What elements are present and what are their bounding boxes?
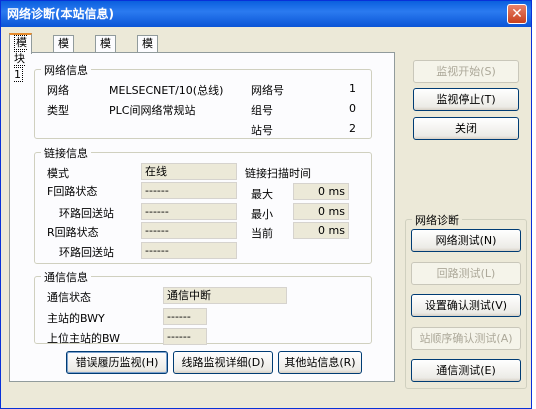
tab-module-4[interactable]: 模块4 bbox=[137, 35, 158, 82]
comm-status-label: 通信状态 bbox=[47, 291, 91, 304]
current-label: 当前 bbox=[251, 227, 273, 240]
type-label: 类型 bbox=[47, 104, 69, 117]
network-label: 网络 bbox=[47, 84, 69, 97]
min-value: 0 ms bbox=[293, 203, 349, 220]
error-history-button[interactable]: 错误履历监视(H) bbox=[66, 351, 168, 374]
upper-bw-label: 上位主站的BW bbox=[47, 332, 121, 345]
station-no-value: 2 bbox=[349, 122, 356, 135]
max-value: 0 ms bbox=[293, 183, 349, 200]
comm-info-group: 通信信息 通信状态 通信中断 主站的BWY ------ 上位主站的BW ---… bbox=[34, 269, 372, 345]
tab-module-2[interactable]: 模块2 bbox=[53, 35, 74, 82]
link-info-group: 链接信息 模式 在线 F回路状态 ------ 环路回送站 ------ R回路… bbox=[34, 145, 372, 264]
station-no-label: 站号 bbox=[251, 124, 273, 137]
master-bwy-value: ------ bbox=[163, 308, 207, 325]
title-bar: 网络诊断(本站信息) ✕ bbox=[1, 1, 531, 27]
group-no-label: 组号 bbox=[251, 104, 273, 117]
master-bwy-label: 主站的BWY bbox=[47, 312, 105, 325]
type-value: PLC间网络常规站 bbox=[109, 104, 196, 117]
network-no-label: 网络号 bbox=[251, 84, 284, 97]
f-loop-value: ------ bbox=[141, 182, 237, 199]
monitor-stop-button[interactable]: 监视停止(T) bbox=[413, 88, 519, 111]
mode-value: 在线 bbox=[141, 163, 237, 180]
min-label: 最小 bbox=[251, 208, 273, 221]
r-loop-label: R回路状态 bbox=[47, 226, 99, 239]
f-loop-label: F回路状态 bbox=[47, 185, 98, 198]
network-diagnosis-legend: 网络诊断 bbox=[412, 212, 462, 228]
max-label: 最大 bbox=[251, 188, 273, 201]
network-info-legend: 网络信息 bbox=[41, 62, 91, 78]
setting-confirm-test-button[interactable]: 设置确认测试(V) bbox=[411, 294, 521, 317]
mode-label: 模式 bbox=[47, 167, 69, 180]
close-icon[interactable]: ✕ bbox=[507, 4, 527, 24]
line-monitor-detail-button[interactable]: 线路监视详细(D) bbox=[173, 351, 273, 374]
current-value: 0 ms bbox=[293, 222, 349, 239]
tab-panel: 网络信息 网络 MELSECNET/10(总线) 类型 PLC间网络常规站 网络… bbox=[9, 52, 395, 382]
network-info-group: 网络信息 网络 MELSECNET/10(总线) 类型 PLC间网络常规站 网络… bbox=[34, 62, 372, 139]
comm-test-button[interactable]: 通信测试(E) bbox=[411, 359, 521, 382]
f-loopback-label: 环路回送站 bbox=[59, 207, 114, 220]
other-station-info-button[interactable]: 其他站信息(R) bbox=[278, 351, 362, 374]
scan-time-label: 链接扫描时间 bbox=[245, 167, 311, 180]
tab-module-3[interactable]: 模块3 bbox=[95, 35, 116, 82]
r-loopback-label: 环路回送站 bbox=[59, 246, 114, 259]
r-loopback-value: ------ bbox=[141, 242, 237, 259]
network-no-value: 1 bbox=[349, 82, 356, 95]
link-info-legend: 链接信息 bbox=[41, 145, 91, 161]
comm-info-legend: 通信信息 bbox=[41, 269, 91, 285]
f-loopback-value: ------ bbox=[141, 203, 237, 220]
group-no-value: 0 bbox=[349, 102, 356, 115]
tab-module-1[interactable]: 模块1 bbox=[9, 33, 32, 82]
network-test-button[interactable]: 网络测试(N) bbox=[411, 229, 521, 252]
window-title: 网络诊断(本站信息) bbox=[7, 7, 114, 21]
close-button[interactable]: 关闭 bbox=[413, 117, 519, 140]
upper-bw-value: ------ bbox=[163, 328, 207, 345]
r-loop-value: ------ bbox=[141, 222, 237, 239]
station-order-test-button[interactable]: 站顺序确认测试(A) bbox=[411, 327, 521, 350]
comm-status-value: 通信中断 bbox=[163, 287, 287, 304]
loop-test-button[interactable]: 回路测试(L) bbox=[411, 262, 521, 285]
network-value: MELSECNET/10(总线) bbox=[109, 84, 224, 97]
monitor-start-button[interactable]: 监视开始(S) bbox=[413, 60, 519, 83]
network-diagnosis-window: 网络诊断(本站信息) ✕ 模块1 模块2 模块3 模块4 网络信息 网络 MEL… bbox=[0, 0, 532, 409]
